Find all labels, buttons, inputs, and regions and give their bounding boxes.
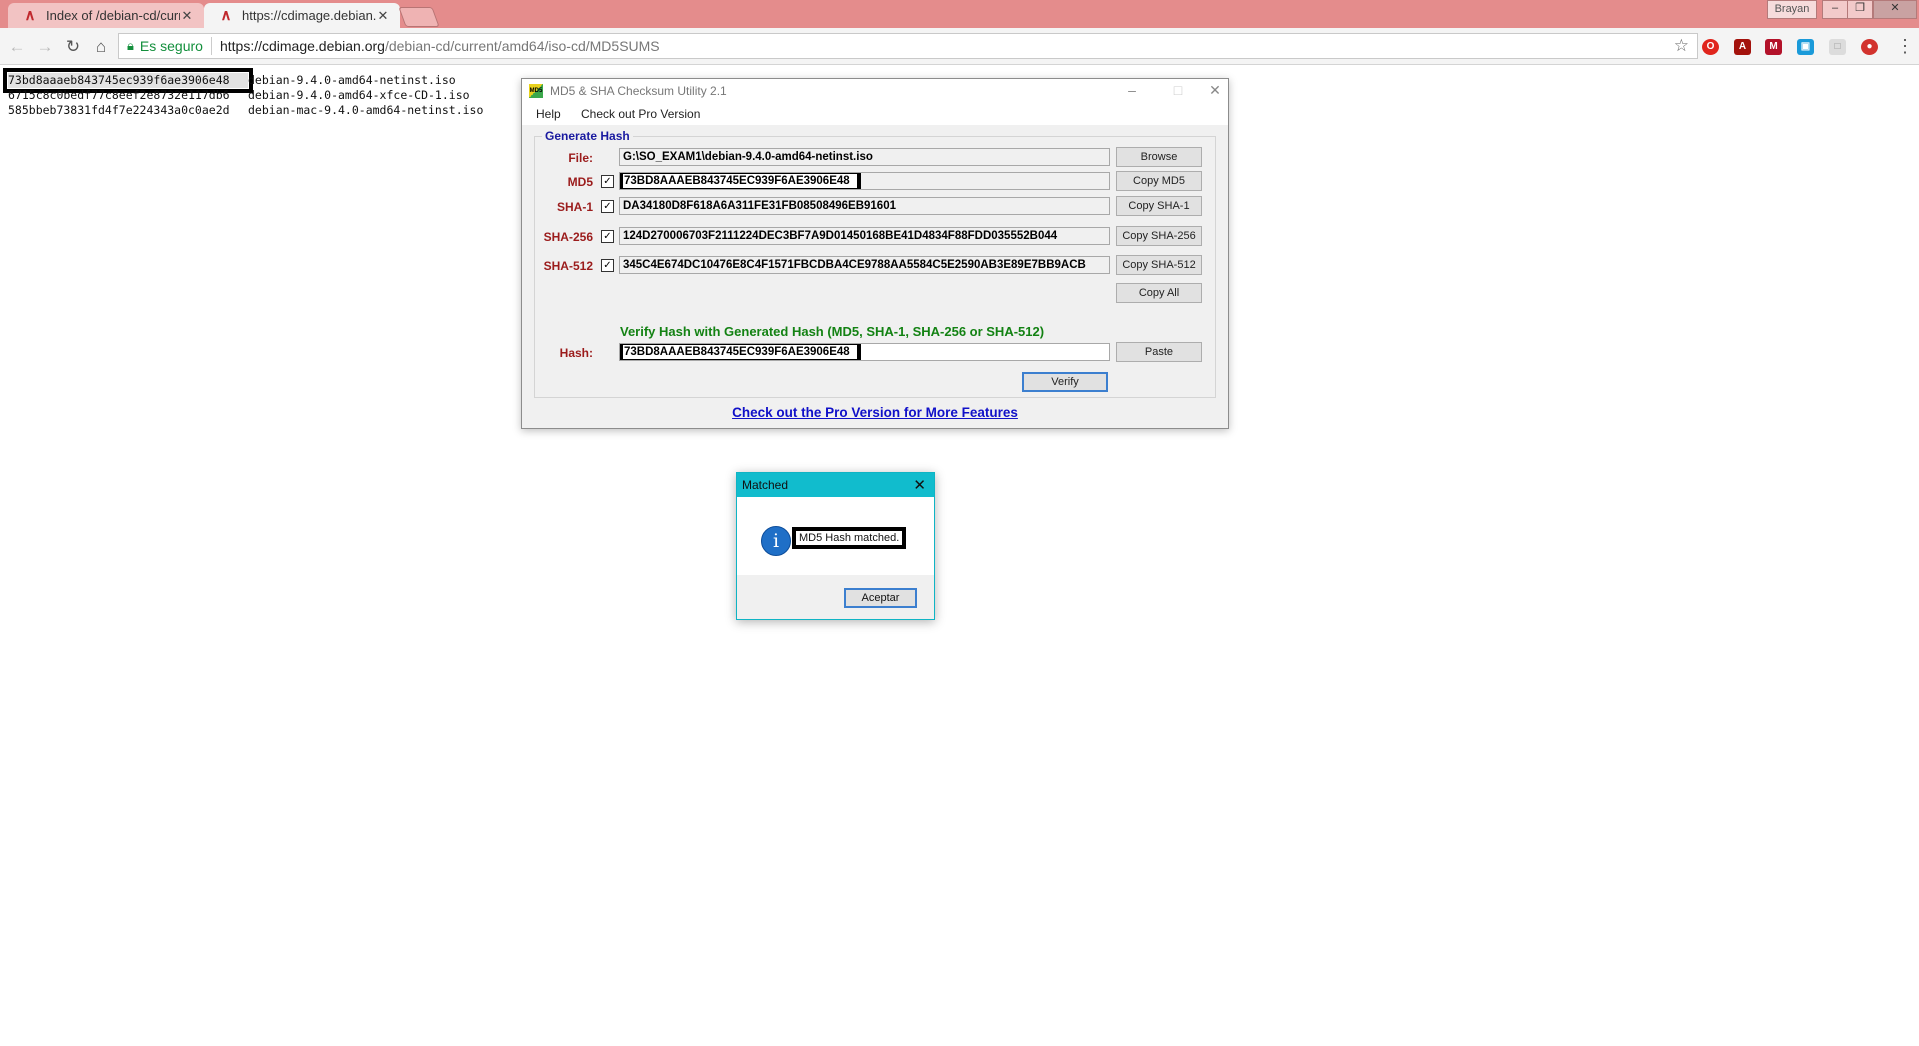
md5sum-filename: debian-9.4.0-amd64-xfce-CD-1.iso — [248, 88, 470, 102]
sha1-label: SHA-1 — [556, 200, 593, 214]
md5sums-listing: 73bd8aaaeb843745ec939f6ae3906e48 debian-9… — [3, 68, 483, 118]
debian-favicon-icon: ∧ — [24, 6, 36, 24]
verify-title: Verify Hash with Generated Hash (MD5, SH… — [620, 324, 1045, 339]
copy-sha512-button[interactable]: Copy SHA-512 — [1116, 255, 1202, 275]
mega-extension-icon[interactable]: M — [1765, 39, 1782, 55]
paste-button[interactable]: Paste — [1116, 342, 1202, 362]
app-maximize-icon[interactable]: □ — [1158, 82, 1198, 98]
md5sum-filename: debian-mac-9.4.0-amd64-netinst.iso — [248, 103, 484, 117]
url-path: /debian-cd/current/amd64/iso-cd/MD5SUMS — [384, 38, 660, 54]
security-label: Es seguro — [139, 38, 203, 54]
minimize-icon[interactable]: ‒ — [1822, 0, 1848, 19]
browser-toolbar: ← → ↻ ⌂ 🔒︎ Es seguro https://cdimage.deb… — [0, 28, 1919, 65]
back-icon[interactable]: ← — [6, 36, 28, 58]
dialog-message: MD5 Hash matched. — [791, 527, 907, 549]
sha1-checkbox[interactable]: ✓ — [601, 200, 614, 213]
dialog-titlebar[interactable]: Matched ✕ — [737, 473, 934, 497]
forward-icon[interactable]: → — [34, 36, 56, 58]
hash-input-value: 73BD8AAAEB843745EC939F6AE3906E48 — [620, 344, 861, 360]
pro-version-link[interactable]: Check out the Pro Version for More Featu… — [522, 405, 1228, 420]
window-close-icon[interactable]: ✕ — [1873, 0, 1917, 19]
tab-title: Index of /debian-cd/curr — [46, 8, 180, 23]
sha512-label: SHA-512 — [543, 259, 593, 273]
dialog-body: i MD5 Hash matched. — [737, 497, 934, 575]
sha256-field[interactable]: 124D270006703F2111224DEC3BF7A9D01450168B… — [619, 227, 1110, 245]
tab-title: https://cdimage.debian.c — [242, 8, 376, 23]
md5sum-filename: debian-9.4.0-amd64-netinst.iso — [248, 73, 456, 87]
address-divider — [210, 37, 212, 55]
bookmark-star-icon[interactable]: ☆ — [1674, 36, 1689, 56]
hash-label: Hash: — [559, 346, 593, 360]
copy-all-button[interactable]: Copy All — [1116, 283, 1202, 303]
dialog-title: Matched — [742, 478, 789, 492]
blank-extension-icon[interactable]: □ — [1829, 39, 1846, 55]
md5sums-row: 73bd8aaaeb843745ec939f6ae3906e48 debian-9… — [3, 68, 483, 93]
md5sum-hash-highlighted[interactable]: 73bd8aaaeb843745ec939f6ae3906e48 — [3, 68, 253, 93]
copy-md5-button[interactable]: Copy MD5 — [1116, 171, 1202, 191]
sha512-field[interactable]: 345C4E674DC10476E8C4F1571FBCDBA4CE9788AA… — [619, 256, 1110, 274]
url-host: https://cdimage.debian.org — [219, 38, 385, 54]
verify-button[interactable]: Verify — [1022, 372, 1108, 392]
md5-label: MD5 — [567, 175, 593, 189]
reload-icon[interactable]: ↻ — [62, 36, 84, 58]
menu-help[interactable]: Help — [536, 107, 561, 121]
home-icon[interactable]: ⌂ — [90, 36, 112, 58]
md5sums-row: 585bbeb73831fd4f7e224343a0c0ae2d debian-m… — [8, 103, 483, 118]
pdf-extension-icon[interactable]: A — [1734, 39, 1751, 55]
sha256-label: SHA-256 — [543, 230, 593, 244]
info-icon: i — [761, 526, 791, 556]
tab-close-icon[interactable]: ✕ — [376, 8, 390, 24]
app-logo-icon: MD5 — [529, 84, 543, 98]
profile-button[interactable]: Brayan — [1767, 0, 1817, 19]
checksum-utility-window: MD5 MD5 & SHA Checksum Utility 2.1 – □ ✕… — [521, 78, 1229, 429]
copy-sha256-button[interactable]: Copy SHA-256 — [1116, 226, 1202, 246]
new-tab-button[interactable] — [398, 7, 440, 27]
sha256-checkbox[interactable]: ✓ — [601, 230, 614, 243]
address-bar[interactable]: 🔒︎ Es seguro https://cdimage.debian.org … — [118, 33, 1698, 59]
matched-dialog: Matched ✕ i MD5 Hash matched. Aceptar — [736, 472, 935, 620]
tab-index-debian-cd[interactable]: ∧ Index of /debian-cd/curr ✕ — [8, 3, 204, 28]
record-extension-icon[interactable]: ● — [1861, 39, 1878, 55]
file-label: File: — [568, 151, 593, 165]
md5sum-hash: 585bbeb73831fd4f7e224343a0c0ae2d — [8, 103, 230, 117]
browser-menu-icon[interactable]: ⋮ — [1896, 36, 1914, 57]
restore-icon[interactable]: ❐ — [1847, 0, 1873, 19]
lock-icon: 🔒︎ — [127, 38, 134, 53]
md5sum-hash: 6715c8c0bedf77c8eef2e8732e117db6 — [8, 88, 230, 102]
md5sums-row: 6715c8c0bedf77c8eef2e8732e117db6 debian-9… — [8, 88, 483, 103]
file-path-field[interactable]: G:\SO_EXAM1\debian-9.4.0-amd64-netinst.i… — [619, 148, 1110, 166]
browse-button[interactable]: Browse — [1116, 147, 1202, 167]
app-title: MD5 & SHA Checksum Utility 2.1 — [550, 84, 727, 98]
group-title: Generate Hash — [542, 129, 633, 143]
app-menubar: Help Check out Pro Version — [522, 103, 1228, 125]
browser-tab-strip: ∧ Index of /debian-cd/curr ✕ ∧ https://c… — [0, 0, 1919, 28]
sha1-field[interactable]: DA34180D8F618A6A311FE31FB08508496EB91601 — [619, 197, 1110, 215]
md5-value: 73BD8AAAEB843745EC939F6AE3906E48 — [620, 173, 861, 189]
debian-favicon-icon: ∧ — [220, 6, 232, 24]
accept-button[interactable]: Aceptar — [844, 588, 917, 608]
app-close-icon[interactable]: ✕ — [1202, 82, 1228, 99]
app-minimize-icon[interactable]: – — [1112, 82, 1152, 98]
md5-field[interactable]: 73BD8AAAEB843745EC939F6AE3906E48 — [619, 172, 1110, 190]
sha512-checkbox[interactable]: ✓ — [601, 259, 614, 272]
app-titlebar[interactable]: MD5 MD5 & SHA Checksum Utility 2.1 – □ ✕ — [522, 79, 1228, 103]
md5-checkbox[interactable]: ✓ — [601, 175, 614, 188]
hash-input[interactable]: 73BD8AAAEB843745EC939F6AE3906E48 — [619, 343, 1110, 361]
opera-extension-icon[interactable]: O — [1702, 39, 1719, 55]
window-extension-icon[interactable]: ▣ — [1797, 39, 1814, 55]
menu-pro-version[interactable]: Check out Pro Version — [581, 107, 700, 121]
tab-close-icon[interactable]: ✕ — [180, 8, 194, 24]
tab-md5sums[interactable]: ∧ https://cdimage.debian.c ✕ — [204, 3, 400, 28]
copy-sha1-button[interactable]: Copy SHA-1 — [1116, 196, 1202, 216]
dialog-close-icon[interactable]: ✕ — [913, 476, 926, 494]
